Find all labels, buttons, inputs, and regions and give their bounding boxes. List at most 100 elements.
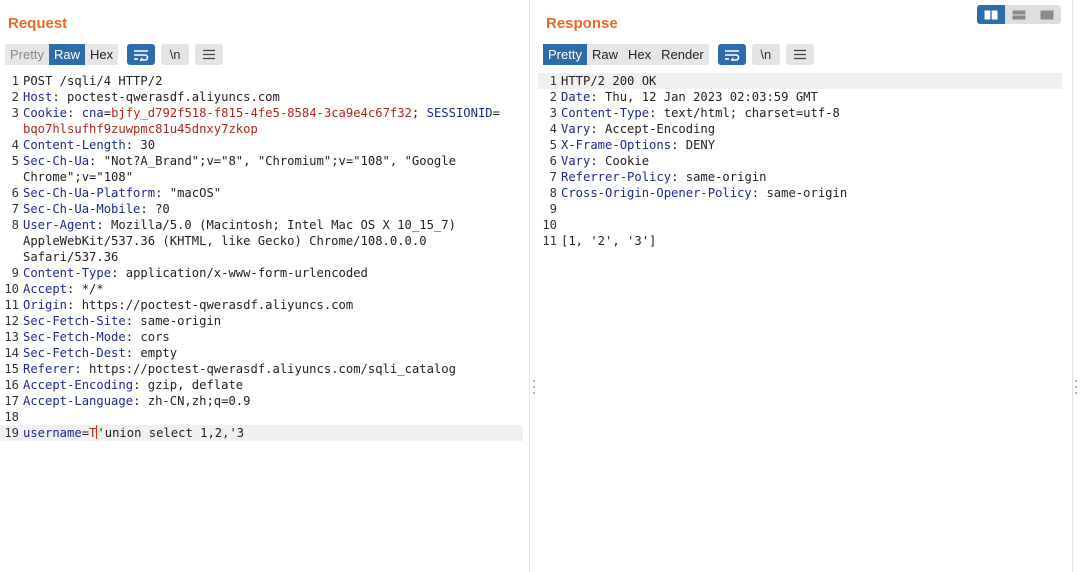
code-line[interactable]: 9 Content-Type: application/x-www-form-ur…	[0, 265, 523, 281]
code-line[interactable]: 4 Content-Length: 30	[0, 137, 523, 153]
code-line[interactable]: 8 Cross-Origin-Opener-Policy: same-origin	[538, 185, 1062, 201]
code-line[interactable]: 7 Sec-Ch-Ua-Mobile: ?0	[0, 201, 523, 217]
line-content: Vary: Accept-Encoding	[561, 122, 716, 136]
code-line[interactable]: 15 Referer: https://poctest-qwerasdf.aliy…	[0, 361, 523, 377]
line-content: Host: poctest-qwerasdf.aliyuncs.com	[23, 90, 280, 104]
header-name: Content-Type	[561, 106, 650, 120]
request-newline-button[interactable]: \n	[161, 44, 190, 65]
line-number: 11	[4, 298, 19, 312]
header-name: Sec-Ch-Ua-Platform	[23, 186, 156, 200]
header-value: text/html; charset=utf-8	[656, 106, 840, 120]
param-value-start: T	[89, 426, 97, 440]
line-content: Date: Thu, 12 Jan 2023 02:03:59 GMT	[561, 90, 818, 104]
header-value: zh-CN,zh;q=0.9	[140, 394, 251, 408]
layout-single-button[interactable]	[1033, 5, 1061, 24]
line-number: 5	[11, 154, 19, 168]
line-number: 17	[4, 394, 19, 408]
request-tab-raw[interactable]: Raw	[48, 44, 85, 65]
right-resize-handle[interactable]	[1074, 380, 1078, 394]
request-menu-button[interactable]	[195, 44, 224, 65]
line-number: 2	[549, 90, 557, 104]
line-content: Content-Type: application/x-www-form-url…	[23, 266, 368, 280]
header-value: Cookie	[597, 154, 650, 168]
response-menu-button[interactable]	[785, 44, 814, 65]
header-name: Accept	[23, 282, 68, 296]
cookie-name: cna	[81, 106, 104, 120]
line-content: Cross-Origin-Opener-Policy: same-origin	[561, 186, 848, 200]
code-line[interactable]: 7 Referrer-Policy: same-origin	[538, 169, 1062, 185]
response-editor[interactable]: 1 HTTP/2 200 OK 2 Date: Thu, 12 Jan 2023 02…	[538, 73, 1062, 249]
header-name: Content-Type	[23, 266, 112, 280]
line-text: POST /sqli/4 HTTP/2	[23, 74, 163, 88]
code-line[interactable]: 5 X-Frame-Options: DENY	[538, 137, 1062, 153]
line-number: 12	[4, 314, 19, 328]
line-content: POST /sqli/4 HTTP/2	[23, 73, 523, 89]
line-content: HTTP/2 200 OK	[561, 73, 1062, 89]
code-line[interactable]: 3 Content-Type: text/html; charset=utf-8	[538, 105, 1062, 121]
code-line[interactable]: 3 Cookie: cna=bjfy_d792f518-f815-4fe5-858…	[0, 105, 523, 137]
header-name: Sec-Fetch-Mode	[23, 330, 126, 344]
code-line[interactable]: 14 Sec-Fetch-Dest: empty	[0, 345, 523, 361]
response-wrap-button[interactable]	[717, 44, 746, 65]
code-line[interactable]: 12 Sec-Fetch-Site: same-origin	[0, 313, 523, 329]
header-value: ?0	[147, 202, 170, 216]
line-number: 7	[549, 170, 557, 184]
header-name: User-Agent	[23, 218, 97, 232]
code-line[interactable]: 1 HTTP/2 200 OK	[538, 73, 1062, 89]
layout-single-icon	[1040, 10, 1054, 19]
code-line[interactable]: 6 Sec-Ch-Ua-Platform: "macOS"	[0, 185, 523, 201]
header-value: same-origin	[133, 314, 222, 328]
request-tab-pretty[interactable]: Pretty	[5, 44, 49, 65]
line-content: User-Agent: Mozilla/5.0 (Macintosh; Inte…	[23, 218, 456, 264]
code-line[interactable]: 18	[0, 409, 523, 425]
pane-resize-handle[interactable]	[532, 380, 536, 394]
layout-top-bottom-icon	[1012, 10, 1026, 19]
code-line[interactable]: 16 Accept-Encoding: gzip, deflate	[0, 377, 523, 393]
code-line[interactable]: 6 Vary: Cookie	[538, 153, 1062, 169]
code-line[interactable]: 4 Vary: Accept-Encoding	[538, 121, 1062, 137]
response-toolbar: Pretty Raw Hex Render \n	[543, 44, 814, 65]
line-number: 2	[11, 90, 19, 104]
code-line[interactable]: 1 POST /sqli/4 HTTP/2	[0, 73, 523, 89]
code-line[interactable]: 10 Accept: */*	[0, 281, 523, 297]
header-value: */*	[74, 282, 104, 296]
header-value: https://poctest-qwerasdf.aliyuncs.com	[74, 298, 354, 312]
layout-side-by-side-button[interactable]	[977, 5, 1005, 24]
hamburger-menu-icon	[203, 49, 216, 60]
response-tab-hex[interactable]: Hex	[622, 44, 657, 65]
line-content: Sec-Fetch-Mode: cors	[23, 330, 170, 344]
code-line[interactable]: 17 Accept-Language: zh-CN,zh;q=0.9	[0, 393, 523, 409]
pane-divider[interactable]	[529, 0, 530, 572]
code-line[interactable]: 8 User-Agent: Mozilla/5.0 (Macintosh; Int…	[0, 217, 523, 265]
response-tab-render[interactable]: Render	[656, 44, 709, 65]
word-wrap-icon	[134, 49, 149, 61]
code-line[interactable]: 9	[538, 201, 1062, 217]
request-wrap-button[interactable]	[127, 44, 156, 65]
header-name: Sec-Ch-Ua-Mobile	[23, 202, 141, 216]
response-tab-raw[interactable]: Raw	[586, 44, 623, 65]
line-content: Sec-Fetch-Site: same-origin	[23, 314, 222, 328]
cookie-name: SESSIONID	[426, 106, 493, 120]
line-content: Vary: Cookie	[561, 154, 650, 168]
code-line[interactable]: 2 Host: poctest-qwerasdf.aliyuncs.com	[0, 89, 523, 105]
header-name: Cross-Origin-Opener-Policy	[561, 186, 752, 200]
code-line[interactable]: 10	[538, 217, 1062, 233]
response-tab-pretty[interactable]: Pretty	[543, 44, 587, 65]
line-number: 16	[4, 378, 19, 392]
code-line[interactable]: 5 Sec-Ch-Ua: "Not?A_Brand";v="8", "Chromi…	[0, 153, 523, 185]
code-line[interactable]: 13 Sec-Fetch-Mode: cors	[0, 329, 523, 345]
code-line[interactable]: 11 Origin: https://poctest-qwerasdf.aliyu…	[0, 297, 523, 313]
code-line[interactable]: 2 Date: Thu, 12 Jan 2023 02:03:59 GMT	[538, 89, 1062, 105]
code-line[interactable]: 11 [1, '2', '3']	[538, 233, 1062, 249]
line-number: 14	[4, 346, 19, 360]
code-line[interactable]: 19 username=T'union select 1,2,'3	[0, 425, 523, 441]
response-newline-button[interactable]: \n	[751, 44, 780, 65]
line-content: Accept-Encoding: gzip, deflate	[23, 378, 244, 392]
layout-top-bottom-button[interactable]	[1005, 5, 1033, 24]
request-editor[interactable]: 1 POST /sqli/4 HTTP/2 2 Host: poctest-qwera…	[0, 73, 523, 441]
line-content: Accept-Language: zh-CN,zh;q=0.9	[23, 394, 251, 408]
request-tab-hex[interactable]: Hex	[84, 44, 119, 65]
header-value: poctest-qwerasdf.aliyuncs.com	[59, 90, 280, 104]
line-content: Accept: */*	[23, 282, 104, 296]
line-content: [1, '2', '3']	[561, 233, 1062, 249]
